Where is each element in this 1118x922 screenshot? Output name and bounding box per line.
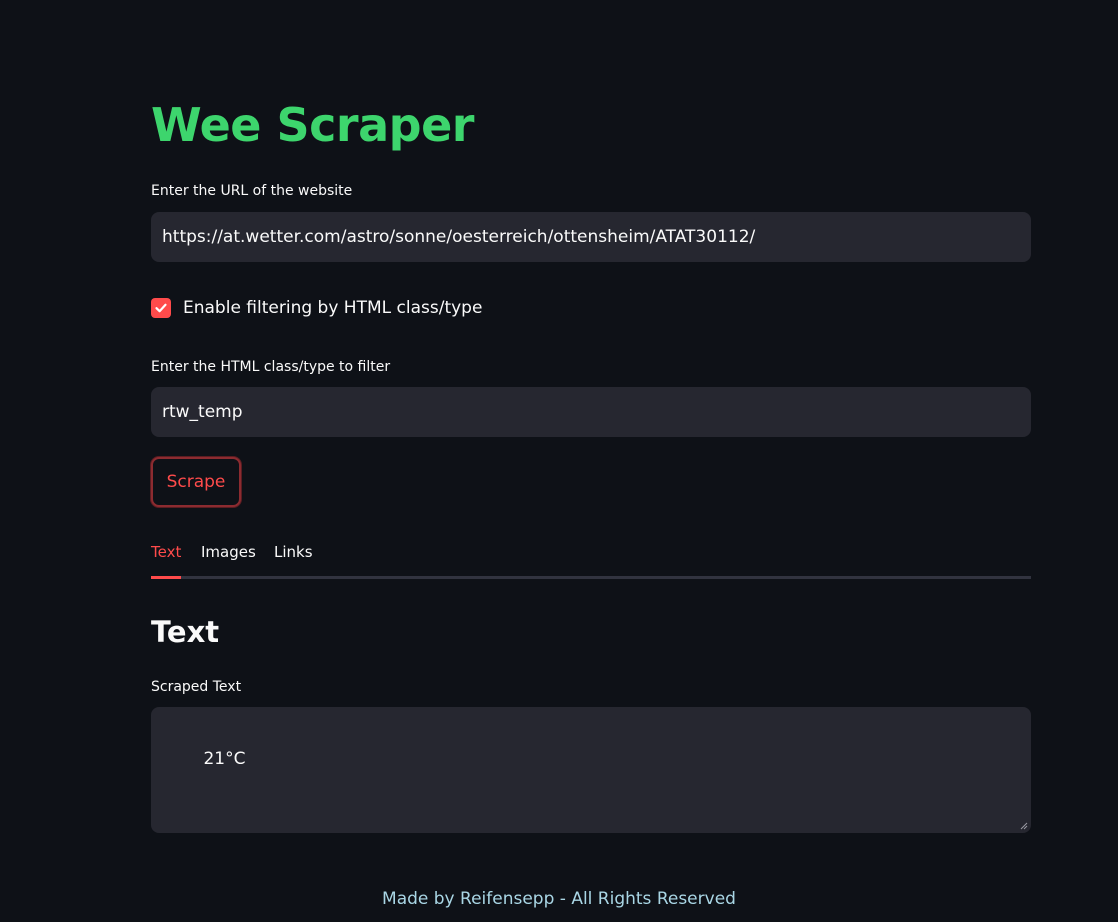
- filter-toggle-label: Enable filtering by HTML class/type: [183, 298, 483, 318]
- scraped-text-label: Scraped Text: [151, 679, 242, 695]
- filter-input-label: Enter the HTML class/type to filter: [151, 359, 391, 375]
- check-icon: [155, 303, 167, 313]
- scraped-text-area[interactable]: 21°C: [151, 707, 1031, 833]
- result-tabs: Text Images Links: [151, 538, 1031, 580]
- tabs-divider: [151, 576, 1031, 579]
- tab-links[interactable]: Links: [274, 542, 313, 562]
- scraped-text-value: 21°C: [203, 749, 246, 769]
- tab-text[interactable]: Text: [151, 542, 181, 562]
- filter-checkbox[interactable]: [151, 298, 171, 318]
- tab-images[interactable]: Images: [201, 542, 256, 562]
- app-page: Wee Scraper Enter the URL of the website…: [0, 0, 1118, 922]
- resize-handle-icon[interactable]: [1020, 822, 1028, 830]
- footer-text: Made by Reifensepp - All Rights Reserved: [382, 889, 736, 909]
- app-title: Wee Scraper: [151, 98, 474, 152]
- filter-input-value: rtw_temp: [162, 402, 243, 422]
- url-input-label: Enter the URL of the website: [151, 183, 353, 199]
- filter-toggle[interactable]: Enable filtering by HTML class/type: [151, 296, 482, 320]
- scrape-button[interactable]: Scrape: [151, 457, 241, 507]
- url-input-value: https://at.wetter.com/astro/sonne/oester…: [162, 227, 756, 247]
- text-section-heading: Text: [151, 615, 220, 649]
- filter-input[interactable]: rtw_temp: [151, 387, 1031, 437]
- active-tab-indicator: [151, 576, 181, 579]
- url-input[interactable]: https://at.wetter.com/astro/sonne/oester…: [151, 212, 1031, 262]
